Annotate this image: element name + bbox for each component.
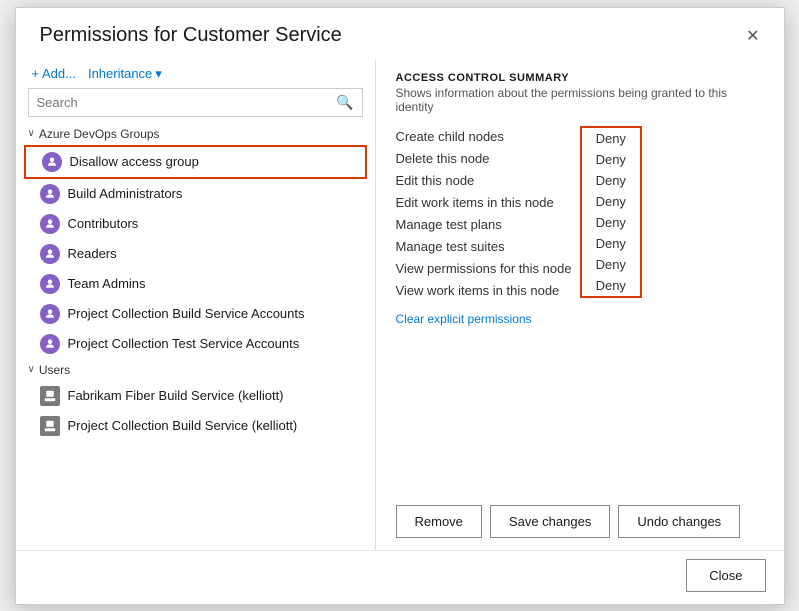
deny-manage-test-suites[interactable]: Deny — [582, 233, 640, 254]
dialog-overlay: Permissions for Customer Service ✕ + Add… — [0, 0, 799, 611]
groups-section: ∨ Azure DevOps Groups Disallow access gr… — [16, 123, 375, 542]
dialog-title: Permissions for Customer Service — [40, 24, 342, 47]
search-box: 🔍 — [28, 88, 363, 117]
dialog: Permissions for Customer Service ✕ + Add… — [15, 7, 785, 605]
remove-button[interactable]: Remove — [396, 505, 482, 538]
dialog-footer: Close — [16, 550, 784, 604]
action-buttons: Remove Save changes Undo changes — [396, 505, 764, 538]
search-input[interactable] — [29, 90, 329, 115]
group-item-pcbsa[interactable]: Project Collection Build Service Account… — [16, 299, 375, 329]
users-label: Users — [39, 363, 70, 377]
add-button-label: + Add... — [32, 66, 76, 81]
deny-edit-node[interactable]: Deny — [582, 170, 640, 191]
left-panel: + Add... Inheritance ▾ 🔍 — [16, 60, 376, 550]
deny-view-work-items[interactable]: Deny — [582, 275, 640, 296]
group-icon-build-admins — [40, 184, 60, 204]
deny-column: Deny Deny Deny Deny Deny Deny Deny Deny — [580, 126, 642, 298]
group-label-readers: Readers — [68, 246, 117, 261]
perm-label-manage-test-suites: Manage test suites — [396, 236, 580, 258]
save-changes-button[interactable]: Save changes — [490, 505, 610, 538]
perm-label-manage-test-plans: Manage test plans — [396, 214, 580, 236]
perm-label-edit-node: Edit this node — [396, 170, 580, 192]
group-icon-readers — [40, 244, 60, 264]
deny-manage-test-plans[interactable]: Deny — [582, 212, 640, 233]
search-icon: 🔍 — [336, 94, 353, 110]
inheritance-arrow-icon: ▾ — [155, 66, 162, 82]
perms-layout: Create child nodes Delete this node Edit… — [396, 126, 764, 302]
perm-label-view-work-items: View work items in this node — [396, 280, 580, 302]
toolbar: + Add... Inheritance ▾ — [16, 60, 375, 88]
perm-labels-col: Create child nodes Delete this node Edit… — [396, 126, 580, 302]
acs-subtitle: Shows information about the permissions … — [396, 86, 764, 114]
perms-area: Create child nodes Delete this node Edit… — [396, 126, 764, 538]
azure-devops-groups-label: Azure DevOps Groups — [39, 127, 160, 141]
deny-delete-node[interactable]: Deny — [582, 149, 640, 170]
inheritance-label: Inheritance — [88, 66, 152, 81]
deny-edit-work-items[interactable]: Deny — [582, 191, 640, 212]
clear-explicit-perms-link[interactable]: Clear explicit permissions — [396, 312, 764, 326]
group-label-pcbsa: Project Collection Build Service Account… — [68, 306, 305, 321]
group-item-disallow[interactable]: Disallow access group — [24, 145, 367, 179]
group-item-team-admins[interactable]: Team Admins — [16, 269, 375, 299]
group-icon-team-admins — [40, 274, 60, 294]
users-chevron-icon: ∨ — [28, 364, 35, 375]
group-item-build-admins[interactable]: Build Administrators — [16, 179, 375, 209]
right-panel: ACCESS CONTROL SUMMARY Shows information… — [376, 60, 784, 550]
acs-title: ACCESS CONTROL SUMMARY — [396, 72, 764, 84]
group-icon-pctsa — [40, 334, 60, 354]
group-label-build-admins: Build Administrators — [68, 186, 183, 201]
deny-create-child[interactable]: Deny — [582, 128, 640, 149]
perm-label-edit-work-items: Edit work items in this node — [396, 192, 580, 214]
group-label-team-admins: Team Admins — [68, 276, 146, 291]
user-item-pcbs[interactable]: Project Collection Build Service (kellio… — [16, 411, 375, 441]
group-item-pctsa[interactable]: Project Collection Test Service Accounts — [16, 329, 375, 359]
azure-devops-groups-header[interactable]: ∨ Azure DevOps Groups — [16, 123, 375, 145]
user-label-fabrikam: Fabrikam Fiber Build Service (kelliott) — [68, 388, 284, 403]
users-header[interactable]: ∨ Users — [16, 359, 375, 381]
group-item-contributors[interactable]: Contributors — [16, 209, 375, 239]
close-x-button[interactable]: ✕ — [740, 22, 765, 50]
azure-devops-chevron-icon: ∨ — [28, 128, 35, 139]
undo-changes-button[interactable]: Undo changes — [618, 505, 740, 538]
add-button[interactable]: + Add... — [32, 66, 76, 81]
dialog-titlebar: Permissions for Customer Service ✕ — [16, 8, 784, 60]
perm-label-create-child: Create child nodes — [396, 126, 580, 148]
deny-view-perms[interactable]: Deny — [582, 254, 640, 275]
group-label-contributors: Contributors — [68, 216, 139, 231]
group-icon-pcbsa — [40, 304, 60, 324]
group-icon-disallow — [42, 152, 62, 172]
inheritance-button[interactable]: Inheritance ▾ — [88, 66, 162, 82]
perm-label-delete-node: Delete this node — [396, 148, 580, 170]
group-item-readers[interactable]: Readers — [16, 239, 375, 269]
group-label-pctsa: Project Collection Test Service Accounts — [68, 336, 300, 351]
perm-label-view-perms: View permissions for this node — [396, 258, 580, 280]
user-icon-fabrikam — [40, 386, 60, 406]
group-label-disallow: Disallow access group — [70, 154, 199, 169]
close-button[interactable]: Close — [686, 559, 765, 592]
dialog-body: + Add... Inheritance ▾ 🔍 — [16, 60, 784, 550]
search-button[interactable]: 🔍 — [328, 89, 361, 116]
user-icon-pcbs — [40, 416, 60, 436]
user-item-fabrikam[interactable]: Fabrikam Fiber Build Service (kelliott) — [16, 381, 375, 411]
group-icon-contributors — [40, 214, 60, 234]
user-label-pcbs: Project Collection Build Service (kellio… — [68, 418, 298, 433]
